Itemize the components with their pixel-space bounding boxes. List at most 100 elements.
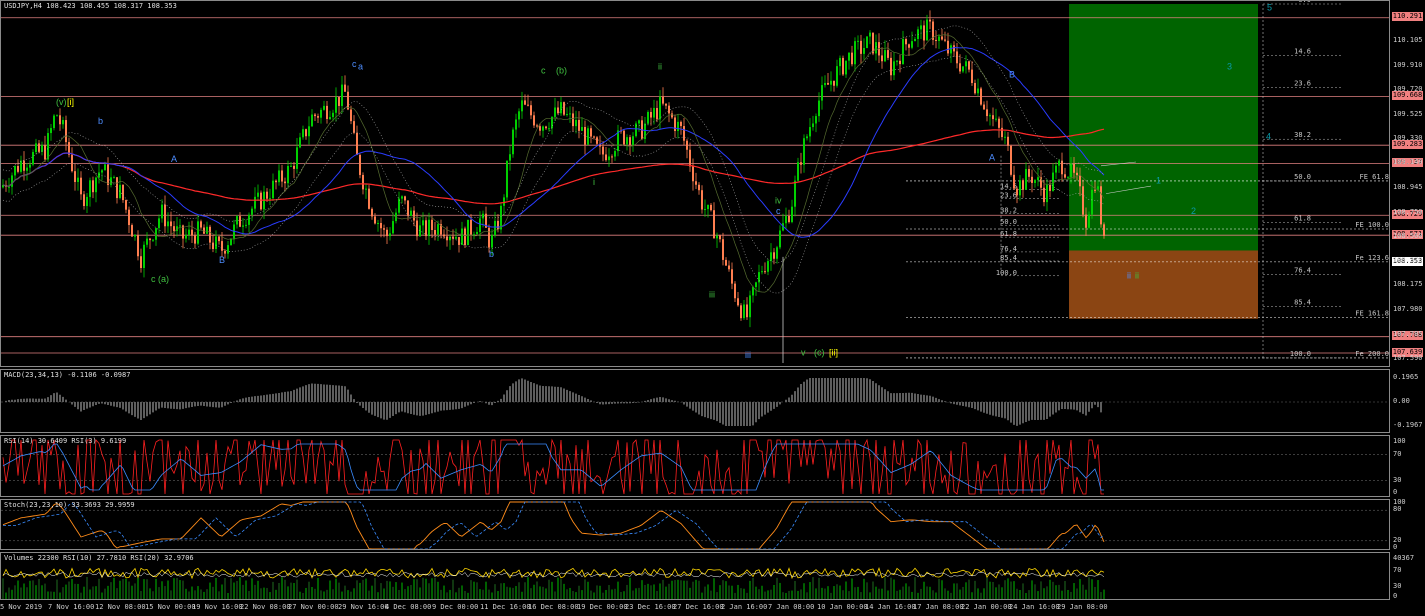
candle-body: [797, 162, 799, 181]
candle-body: [530, 105, 532, 116]
candle-body: [980, 88, 982, 105]
candle-body: [365, 188, 367, 190]
candle-body: [53, 115, 55, 129]
candle-body: [701, 190, 703, 210]
candle-body: [791, 206, 793, 223]
candle-body: [1037, 177, 1039, 181]
candle-body: [302, 129, 304, 138]
fib-right-label: 76.4: [1294, 266, 1311, 274]
candle-body: [224, 250, 226, 254]
candle-body: [332, 112, 334, 118]
candle-body: [563, 102, 565, 115]
candle-body: [74, 171, 76, 182]
wave-label: 3: [1227, 62, 1232, 72]
volume-pane[interactable]: Volumes 22300 RSI(10) 27.7810 RSI(20) 32…: [0, 552, 1390, 600]
candle-body: [98, 172, 100, 178]
candle-body: [764, 271, 766, 273]
candle-body: [488, 227, 490, 248]
candle-body: [806, 136, 808, 139]
candle-body: [1025, 169, 1027, 190]
candle-body: [254, 196, 256, 209]
candle-body: [656, 107, 658, 120]
candle-body: [128, 209, 130, 226]
indicator-tick: 0: [1393, 488, 1398, 497]
candle-body: [698, 184, 700, 191]
candle-body: [827, 82, 829, 85]
candle-body: [1034, 180, 1036, 183]
volume-title: Volumes 22300 RSI(10) 27.7810 RSI(20) 32…: [4, 554, 194, 562]
candle-body: [1082, 186, 1084, 215]
candle-body: [830, 80, 832, 85]
candle-body: [773, 252, 775, 259]
candle-body: [1079, 175, 1081, 187]
candle-body: [80, 177, 82, 195]
wave-label: 4: [1266, 131, 1271, 141]
indicator-tick: 0: [1393, 592, 1398, 601]
candle-body: [869, 32, 871, 37]
rsi-chart: [1, 438, 1389, 496]
stoch-pane[interactable]: Stoch(23,23,10) 33.3693 29.9959: [0, 499, 1390, 550]
candle-body: [449, 236, 451, 241]
time-tick: 11 Dec 16:00: [480, 603, 531, 611]
candle-body: [134, 235, 136, 237]
candle-body: [464, 228, 466, 246]
candle-body: [1085, 214, 1087, 228]
candle-body: [575, 119, 577, 127]
fe-label: FE 61.8: [1359, 173, 1389, 181]
candle-body: [326, 105, 328, 120]
candle-body: [386, 229, 388, 237]
time-tick: 15 Nov 00:00: [145, 603, 196, 611]
candle-body: [20, 160, 22, 172]
candle-body: [47, 133, 49, 160]
candle-body: [593, 136, 595, 138]
wave-label: [i]: [67, 97, 74, 107]
candle-body: [35, 143, 37, 153]
candle-body: [62, 120, 64, 125]
candle-body: [824, 82, 826, 86]
candle-body: [560, 102, 562, 114]
candle-body: [296, 147, 298, 169]
candle-body: [626, 137, 628, 145]
fib-right-label: 38.2: [1294, 131, 1311, 139]
time-tick: 19 Dec 00:00: [577, 603, 628, 611]
candle-body: [158, 218, 160, 229]
stoch-chart: [1, 501, 1389, 549]
candle-body: [653, 107, 655, 118]
candle-body: [122, 184, 124, 201]
candle-body: [602, 146, 604, 155]
rsi3-line: [2, 438, 1104, 496]
candle-body: [899, 60, 901, 65]
rsi-pane[interactable]: RSI(14) 30.6409 RSI(3) 9.6199: [0, 435, 1390, 497]
fib-right-label: 50.0: [1294, 173, 1311, 181]
candle-body: [941, 36, 943, 40]
candle-body: [692, 166, 694, 182]
candle-body: [728, 265, 730, 270]
candle-body: [875, 42, 877, 54]
candle-body: [146, 238, 148, 245]
macd-pane[interactable]: MACD(23,34,13) -0.1106 -0.0987: [0, 369, 1390, 433]
candle-body: [191, 229, 193, 236]
candle-body: [539, 126, 541, 131]
candle-body: [506, 160, 508, 198]
candle-body: [116, 177, 118, 199]
price-chart: FE 61.8 FE 100.0 Fe 123.6 FE 161.8 Fe 200.0 0…: [1, 1, 1389, 363]
candle-body: [275, 180, 277, 183]
candle-body: [89, 180, 91, 197]
candle-body: [959, 63, 961, 72]
candle-body: [731, 269, 733, 284]
time-tick: 22 Nov 08:00: [240, 603, 291, 611]
candle-body: [164, 204, 166, 227]
indicator-tick: 70: [1393, 566, 1402, 575]
time-tick: 19 Nov 16:00: [192, 603, 243, 611]
fib-mid-label: 85.4: [1000, 254, 1017, 262]
candle-body: [677, 121, 679, 132]
price-pane[interactable]: FE 61.8 FE 100.0 Fe 123.6 FE 161.8 Fe 200.0 0…: [0, 0, 1390, 367]
price-tick: 107.785: [1393, 329, 1423, 338]
candle-body: [56, 115, 58, 117]
candle-body: [971, 69, 973, 84]
rsi14-line: [2, 443, 1104, 491]
candle-body: [854, 41, 856, 65]
candle-body: [50, 128, 52, 134]
candle-body: [647, 111, 649, 124]
candle-body: [668, 105, 670, 114]
